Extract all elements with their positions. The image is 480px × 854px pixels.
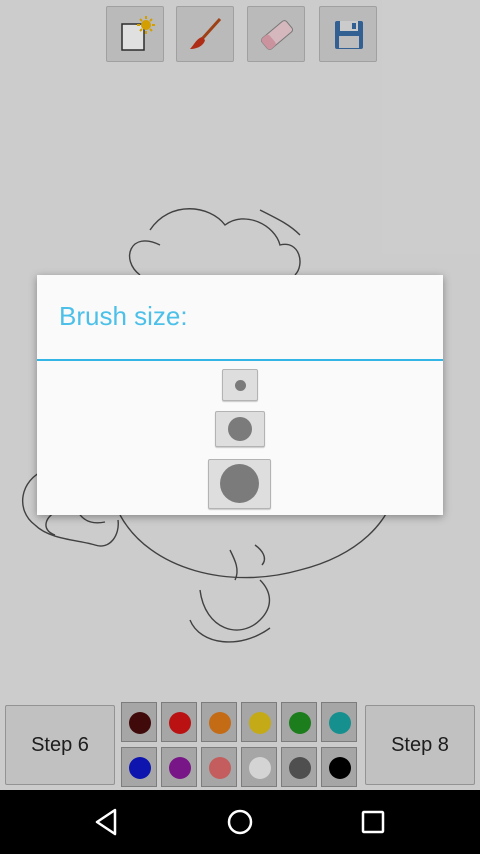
- home-icon: [227, 809, 253, 835]
- system-nav-bar: [0, 790, 480, 854]
- back-button[interactable]: [87, 802, 127, 842]
- medium-dot-icon: [228, 417, 252, 441]
- brush-size-small-button[interactable]: [222, 369, 258, 401]
- brush-size-large-button[interactable]: [208, 459, 271, 509]
- back-icon: [95, 808, 117, 836]
- small-dot-icon: [235, 380, 246, 391]
- dialog-title: Brush size:: [59, 301, 188, 331]
- recent-apps-button[interactable]: [353, 802, 393, 842]
- brush-size-medium-button[interactable]: [215, 411, 265, 447]
- brush-size-dialog: Brush size:: [37, 275, 443, 515]
- home-button[interactable]: [220, 802, 260, 842]
- recent-apps-icon: [361, 810, 385, 834]
- large-dot-icon: [220, 464, 259, 503]
- dialog-divider: [37, 359, 443, 361]
